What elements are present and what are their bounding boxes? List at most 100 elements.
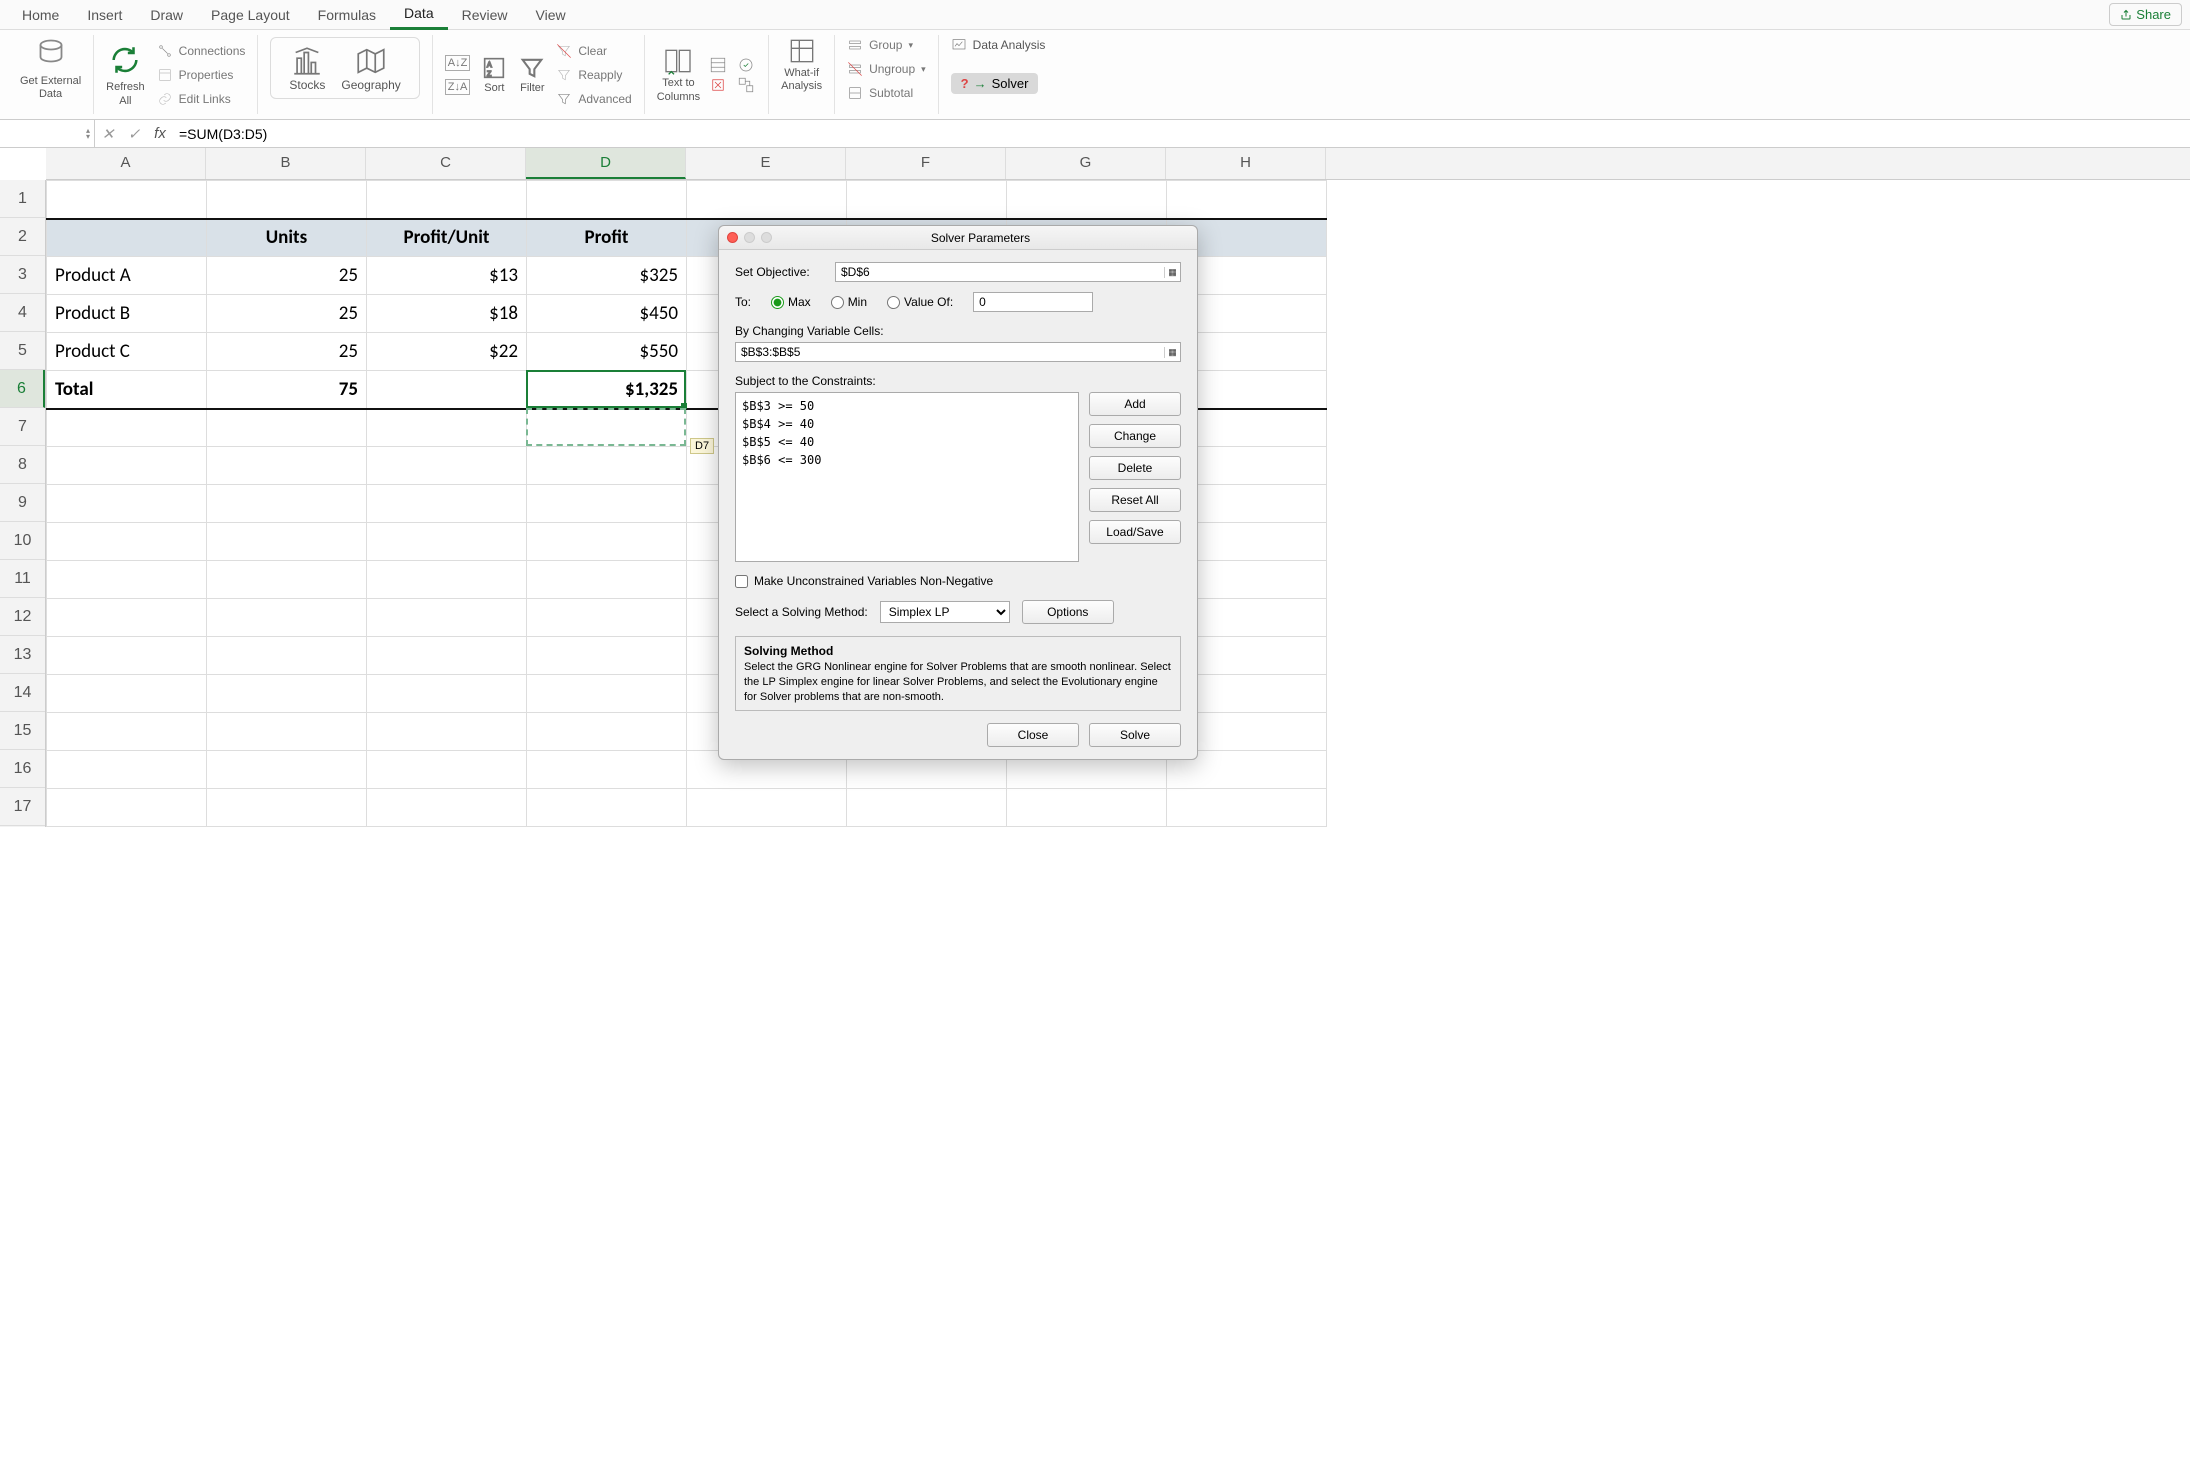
- cell-C7[interactable]: [367, 409, 527, 447]
- cell-C5[interactable]: $22: [367, 333, 527, 371]
- menu-formulas[interactable]: Formulas: [304, 1, 390, 29]
- close-button[interactable]: Close: [987, 723, 1079, 747]
- cell-A13[interactable]: [47, 637, 207, 675]
- cell-D7[interactable]: [527, 409, 687, 447]
- validation-icon[interactable]: [736, 56, 756, 74]
- cell-D13[interactable]: [527, 637, 687, 675]
- ribbon-sort-za[interactable]: Z↓A: [445, 77, 471, 97]
- close-window-icon[interactable]: [727, 232, 738, 243]
- cell-D9[interactable]: [527, 485, 687, 523]
- cell-D10[interactable]: [527, 523, 687, 561]
- ribbon-solver[interactable]: ?→ Solver: [951, 73, 1039, 94]
- reset-all-button[interactable]: Reset All: [1089, 488, 1181, 512]
- formula-input[interactable]: [173, 126, 2190, 142]
- cell-B13[interactable]: [207, 637, 367, 675]
- cell-H1[interactable]: [1167, 181, 1327, 219]
- cell-E1[interactable]: [687, 181, 847, 219]
- ribbon-group[interactable]: Group ▾: [847, 35, 926, 55]
- cell-D12[interactable]: [527, 599, 687, 637]
- ribbon-clear[interactable]: Clear: [556, 41, 631, 61]
- row-header-12[interactable]: 12: [0, 598, 45, 636]
- ribbon-getdata[interactable]: Get External Data: [8, 35, 94, 114]
- cell-B5[interactable]: 25: [207, 333, 367, 371]
- row-header-14[interactable]: 14: [0, 674, 45, 712]
- cell-A8[interactable]: [47, 447, 207, 485]
- cell-B10[interactable]: [207, 523, 367, 561]
- ribbon-stocks[interactable]: Stocks: [289, 44, 325, 92]
- fx-button[interactable]: fx: [147, 125, 173, 142]
- cell-B17[interactable]: [207, 789, 367, 827]
- cell-D5[interactable]: $550: [527, 333, 687, 371]
- cell-C9[interactable]: [367, 485, 527, 523]
- row-header-3[interactable]: 3: [0, 256, 45, 294]
- row-header-17[interactable]: 17: [0, 788, 45, 826]
- share-button[interactable]: Share: [2109, 3, 2182, 26]
- cell-A16[interactable]: [47, 751, 207, 789]
- cell-C13[interactable]: [367, 637, 527, 675]
- cell-G1[interactable]: [1007, 181, 1167, 219]
- cell-A4[interactable]: Product B: [47, 295, 207, 333]
- cell-A3[interactable]: Product A: [47, 257, 207, 295]
- cell-D8[interactable]: [527, 447, 687, 485]
- consolidate-icon[interactable]: [736, 76, 756, 94]
- menu-home[interactable]: Home: [8, 1, 73, 29]
- row-header-13[interactable]: 13: [0, 636, 45, 674]
- dialog-titlebar[interactable]: Solver Parameters: [719, 226, 1197, 250]
- ribbon-geography[interactable]: Geography: [341, 44, 400, 92]
- cell-C16[interactable]: [367, 751, 527, 789]
- col-header-D[interactable]: D: [526, 148, 686, 179]
- menu-data[interactable]: Data: [390, 0, 448, 30]
- ribbon-properties[interactable]: Properties: [157, 65, 246, 85]
- col-header-F[interactable]: F: [846, 148, 1006, 179]
- row-header-10[interactable]: 10: [0, 522, 45, 560]
- row-header-7[interactable]: 7: [0, 408, 45, 446]
- remove-dup-icon[interactable]: [708, 76, 728, 94]
- col-header-B[interactable]: B: [206, 148, 366, 179]
- ribbon-dataanalysis[interactable]: Data Analysis: [951, 35, 1046, 55]
- row-header-4[interactable]: 4: [0, 294, 45, 332]
- ribbon-refresh[interactable]: Refresh All: [106, 41, 145, 107]
- cell-A6[interactable]: Total: [47, 371, 207, 409]
- row-header-6[interactable]: 6: [0, 370, 45, 408]
- ribbon-whatif[interactable]: What-if Analysis: [781, 35, 822, 93]
- cell-B4[interactable]: 25: [207, 295, 367, 333]
- cell-B11[interactable]: [207, 561, 367, 599]
- constraints-list[interactable]: $B$3 >= 50 $B$4 >= 40 $B$5 <= 40 $B$6 <=…: [735, 392, 1079, 562]
- cell-D6[interactable]: $1,325: [527, 371, 687, 409]
- cell-C6[interactable]: [367, 371, 527, 409]
- row-header-8[interactable]: 8: [0, 446, 45, 484]
- cell-C17[interactable]: [367, 789, 527, 827]
- cell-B14[interactable]: [207, 675, 367, 713]
- load-save-button[interactable]: Load/Save: [1089, 520, 1181, 544]
- radio-max[interactable]: Max: [771, 295, 811, 309]
- cell-C15[interactable]: [367, 713, 527, 751]
- ribbon-ungroup[interactable]: Ungroup ▾: [847, 59, 926, 79]
- cell-D1[interactable]: [527, 181, 687, 219]
- set-objective-input[interactable]: [836, 263, 1164, 281]
- cell-C1[interactable]: [367, 181, 527, 219]
- cell-B9[interactable]: [207, 485, 367, 523]
- cell-D4[interactable]: $450: [527, 295, 687, 333]
- accept-formula-button[interactable]: ✓: [121, 125, 147, 143]
- cell-D14[interactable]: [527, 675, 687, 713]
- cell-D15[interactable]: [527, 713, 687, 751]
- cell-D11[interactable]: [527, 561, 687, 599]
- ribbon-connections[interactable]: Connections: [157, 41, 246, 61]
- cell-C4[interactable]: $18: [367, 295, 527, 333]
- row-header-1[interactable]: 1: [0, 180, 45, 218]
- delete-constraint-button[interactable]: Delete: [1089, 456, 1181, 480]
- ribbon-advanced[interactable]: Advanced: [556, 89, 631, 109]
- row-header-15[interactable]: 15: [0, 712, 45, 750]
- ribbon-textcols[interactable]: Text to Columns: [657, 45, 700, 103]
- cell-D3[interactable]: $325: [527, 257, 687, 295]
- cell-B2[interactable]: Units: [207, 219, 367, 257]
- cell-A2[interactable]: [47, 219, 207, 257]
- row-header-9[interactable]: 9: [0, 484, 45, 522]
- cell-A5[interactable]: Product C: [47, 333, 207, 371]
- flash-fill-icon[interactable]: [708, 56, 728, 74]
- solve-button[interactable]: Solve: [1089, 723, 1181, 747]
- row-header-11[interactable]: 11: [0, 560, 45, 598]
- cell-C10[interactable]: [367, 523, 527, 561]
- cell-B1[interactable]: [207, 181, 367, 219]
- ribbon-filter[interactable]: Filter: [518, 54, 546, 95]
